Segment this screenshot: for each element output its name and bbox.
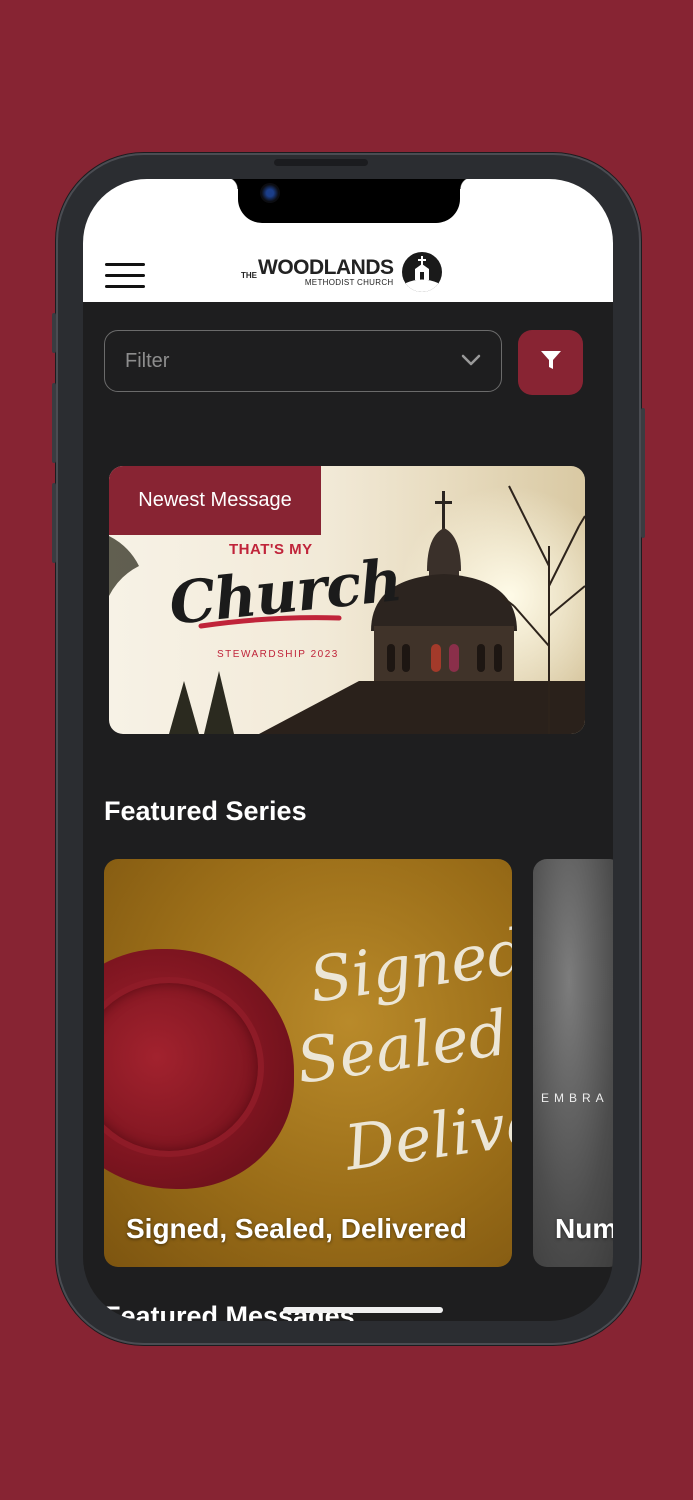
volume-up-button [52, 383, 56, 463]
home-indicator[interactable] [283, 1307, 443, 1313]
front-camera [260, 183, 280, 203]
filter-placeholder: Filter [125, 350, 170, 372]
newest-message-badge: Newest Message [109, 466, 321, 535]
series-card-label: Signed, Sealed, Delivered [126, 1213, 467, 1244]
featured-series-heading: Featured Series [104, 796, 307, 826]
menu-icon[interactable] [105, 263, 145, 289]
phone-frame: THE WOODLANDS METHODIST CHURCH Filter Ne… [52, 153, 645, 1345]
series-card-signed-sealed-delivered[interactable]: Signed Sealed, Delivered Signed, Sealed,… [104, 859, 512, 1267]
church-logo[interactable]: THE WOODLANDS METHODIST CHURCH [241, 252, 442, 292]
hero-subtitle: STEWARDSHIP 2023 [217, 649, 339, 660]
app-screen: THE WOODLANDS METHODIST CHURCH Filter Ne… [83, 179, 613, 1321]
filter-button[interactable] [518, 330, 583, 395]
newest-message-card[interactable]: Newest Message THAT'S MY Church STEWARDS… [109, 466, 585, 734]
logo-subtitle: METHODIST CHURCH [304, 277, 394, 287]
notch [226, 179, 472, 223]
church-logo-icon [401, 252, 442, 292]
power-button [641, 408, 645, 538]
speaker-grille [274, 159, 368, 166]
logo-prefix: THE [241, 270, 257, 280]
logo-name: WOODLANDS [258, 255, 394, 279]
series-card-label-2: Num [555, 1213, 613, 1244]
filter-icon [540, 349, 562, 376]
volume-down-button [52, 483, 56, 563]
mute-switch [52, 313, 56, 353]
chevron-down-icon [461, 353, 481, 372]
filter-dropdown[interactable]: Filter [104, 330, 502, 392]
series-art-text: EMBRA [541, 1091, 609, 1105]
series-card-second[interactable]: EMBRA Num [533, 859, 613, 1267]
logo-text: WOODLANDS METHODIST CHURCH [258, 255, 394, 287]
